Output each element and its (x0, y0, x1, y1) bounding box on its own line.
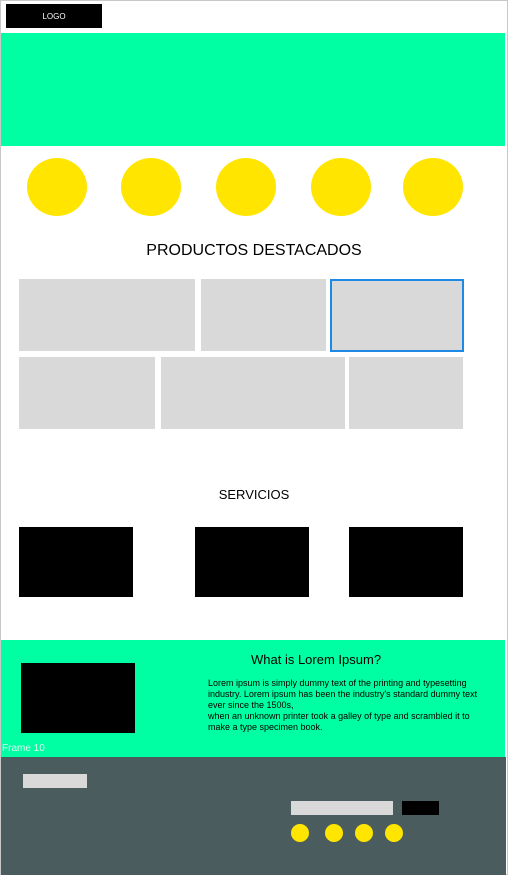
newsletter-input[interactable] (291, 801, 393, 815)
category-circle[interactable] (216, 158, 276, 216)
newsletter-submit-button[interactable] (402, 801, 439, 815)
product-tile[interactable] (161, 357, 345, 429)
category-circle[interactable] (311, 158, 371, 216)
product-tile[interactable] (19, 357, 155, 429)
about-section: What is Lorem Ipsum? Lorem ipsum is simp… (1, 640, 505, 757)
hero-banner (1, 33, 505, 146)
service-card[interactable] (19, 527, 133, 597)
about-body: Lorem ipsum is simply dummy text of the … (208, 678, 478, 732)
logo[interactable]: LOGO (6, 4, 102, 28)
product-tile[interactable] (201, 279, 326, 351)
about-image (21, 663, 135, 733)
social-icon[interactable] (355, 824, 373, 842)
product-tile[interactable] (349, 357, 463, 429)
frame-label: Frame 10 (2, 743, 45, 754)
footer-link-placeholder[interactable] (23, 774, 87, 788)
products-section-title: PRODUCTOS DESTACADOS (146, 242, 362, 259)
category-circle[interactable] (27, 158, 87, 216)
social-icon[interactable] (325, 824, 343, 842)
services-section-title: SERVICIOS (218, 487, 290, 502)
category-circle[interactable] (403, 158, 463, 216)
footer (1, 757, 506, 875)
about-title: What is Lorem Ipsum? (251, 652, 382, 667)
service-card[interactable] (195, 527, 309, 597)
product-tile-selected[interactable] (330, 279, 464, 352)
social-icon[interactable] (385, 824, 403, 842)
category-circle[interactable] (121, 158, 181, 216)
social-icon[interactable] (291, 824, 309, 842)
product-tile[interactable] (19, 279, 195, 351)
logo-text: LOGO (42, 11, 66, 21)
service-card[interactable] (349, 527, 463, 597)
